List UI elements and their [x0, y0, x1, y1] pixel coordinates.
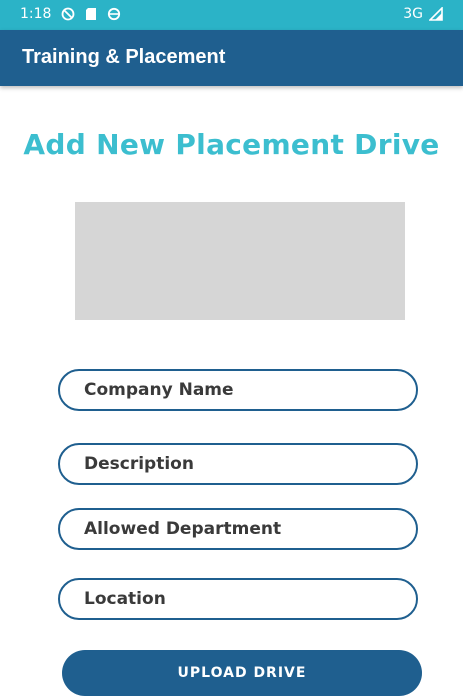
sync-icon: [107, 7, 121, 21]
sd-card-icon: [85, 7, 97, 21]
allowed-department-input[interactable]: [58, 508, 418, 550]
company-name-input[interactable]: [58, 369, 418, 411]
drive-image-placeholder[interactable]: [75, 202, 405, 320]
description-input[interactable]: [58, 443, 418, 485]
upload-drive-button[interactable]: UPLOAD DRIVE: [62, 650, 422, 696]
signal-icon: [429, 7, 443, 21]
do-not-disturb-icon: [61, 7, 75, 21]
status-right: 3G: [403, 6, 443, 22]
network-type: 3G: [403, 6, 423, 22]
status-bar: 1:18 3G: [0, 0, 463, 30]
app-bar: Training & Placement: [0, 30, 463, 86]
page-title: Add New Placement Drive: [23, 128, 440, 161]
location-input[interactable]: [58, 578, 418, 620]
app-title: Training & Placement: [22, 46, 226, 68]
status-time: 1:18: [20, 6, 52, 22]
status-left: 1:18: [20, 6, 121, 22]
